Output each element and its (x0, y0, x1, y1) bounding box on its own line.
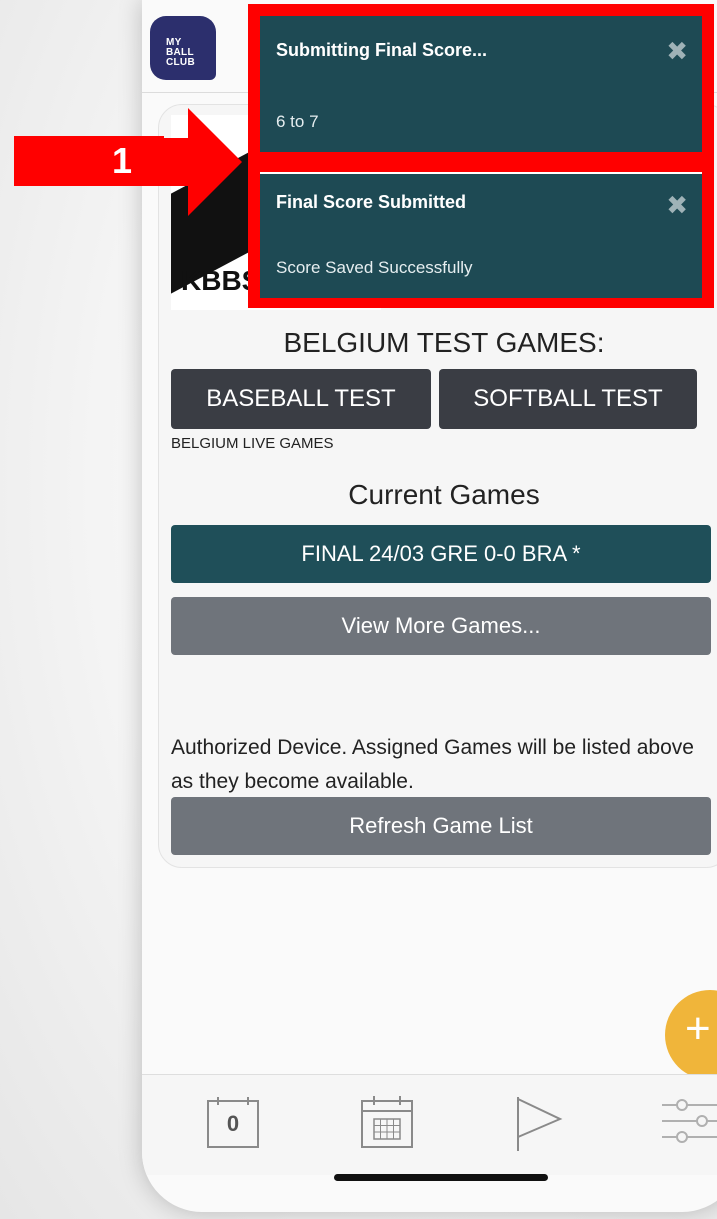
view-more-games-button[interactable]: View More Games... (171, 597, 711, 655)
tab-flag[interactable] (514, 1093, 564, 1158)
close-icon[interactable]: ✖ (666, 190, 688, 221)
softball-test-button[interactable]: SOFTBALL TEST (439, 369, 697, 429)
step-annotation: 1 (14, 136, 164, 186)
calendar-day-number: 0 (226, 1111, 240, 1136)
sliders-icon (662, 1099, 717, 1143)
logo-text: MY BALL CLUB (166, 37, 195, 68)
test-games-title: BELGIUM TEST GAMES: (283, 327, 605, 358)
notification-submitting[interactable]: Submitting Final Score... 6 to 7 ✖ (260, 16, 702, 152)
tab-calendar[interactable] (356, 1093, 418, 1156)
flag-icon (517, 1097, 563, 1151)
notification-message: 6 to 7 (276, 112, 319, 131)
notification-title: Final Score Submitted (276, 192, 467, 212)
my-ball-club-logo[interactable]: MY BALL CLUB (150, 16, 216, 80)
arrow-right-icon (164, 108, 242, 216)
step-number: 1 (112, 140, 133, 181)
close-icon[interactable]: ✖ (666, 36, 688, 67)
tab-today[interactable]: 0 (202, 1093, 264, 1154)
notification-message: Score Saved Successfully (276, 258, 473, 277)
tab-bar: 0 (142, 1074, 717, 1175)
plus-icon: + (685, 1004, 711, 1053)
baseball-test-button[interactable]: BASEBALL TEST (171, 369, 431, 429)
notification-title: Submitting Final Score... (276, 40, 488, 60)
home-indicator (334, 1174, 548, 1181)
notification-highlight: Submitting Final Score... 6 to 7 ✖ Final… (248, 4, 714, 308)
refresh-game-list-button[interactable]: Refresh Game List (171, 797, 711, 855)
tab-settings[interactable] (662, 1093, 717, 1154)
calendar-icon (361, 1096, 413, 1148)
add-button[interactable]: + (665, 990, 717, 1080)
authorized-device-text: Authorized Device. Assigned Games will b… (171, 736, 694, 793)
notification-submitted[interactable]: Final Score Submitted Score Saved Succes… (260, 172, 702, 298)
game-item[interactable]: FINAL 24/03 GRE 0-0 BRA * (171, 525, 711, 583)
live-games-label: BELGIUM LIVE GAMES (171, 435, 334, 452)
current-games-title: Current Games (348, 479, 540, 510)
